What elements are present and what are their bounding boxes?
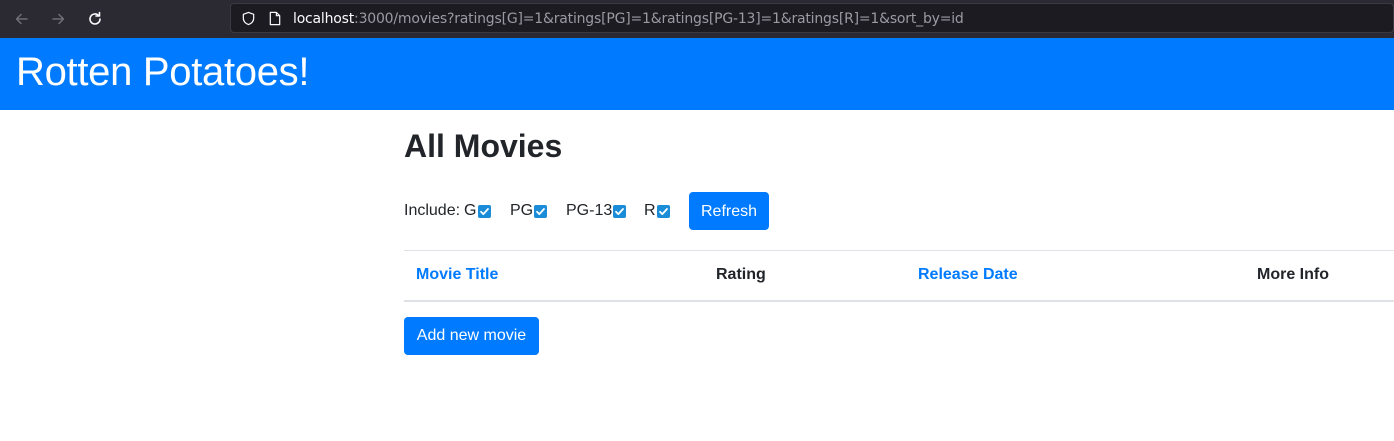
arrow-left-icon	[15, 13, 28, 25]
page-icon[interactable]	[268, 11, 282, 26]
shield-icon[interactable]	[241, 11, 256, 26]
page-title: All Movies	[404, 128, 563, 164]
sort-by-release-date-link[interactable]: Release Date	[918, 266, 1018, 283]
sort-by-title-link[interactable]: Movie Title	[416, 266, 498, 283]
rating-checkbox-pg[interactable]	[534, 204, 548, 218]
rating-checkbox-r[interactable]	[656, 204, 670, 218]
browser-toolbar: localhost:3000/movies?ratings[G]=1&ratin…	[0, 0, 1394, 38]
checkmark-icon	[479, 207, 489, 215]
reload-button[interactable]	[82, 6, 108, 32]
rating-checkbox-pg-13[interactable]	[613, 204, 627, 218]
reload-icon	[89, 11, 101, 25]
rating-label-pg-13: PG-13	[566, 202, 613, 219]
rating-checkbox-g[interactable]	[477, 204, 491, 218]
url-bar[interactable]: localhost:3000/movies?ratings[G]=1&ratin…	[230, 3, 1394, 33]
column-header-rating: Rating	[704, 250, 906, 302]
rating-filter-pg-13[interactable]: PG-13	[566, 201, 627, 221]
back-button[interactable]	[9, 6, 35, 32]
site-header: Rotten Potatoes!	[0, 38, 1394, 110]
url-path: :3000/movies?ratings[G]=1&ratings[PG]=1&…	[354, 11, 964, 27]
rating-filter-g[interactable]: Include: G	[404, 201, 491, 221]
arrow-right-icon	[52, 13, 65, 25]
table-header-row: Movie Title Rating Release Date More Inf…	[404, 250, 1394, 302]
site-title: Rotten Potatoes!	[16, 50, 310, 94]
url-host: localhost	[293, 11, 355, 27]
ratings-filter-form: Include: G PG PG-13 R Refresh	[404, 192, 804, 230]
movies-table: Movie Title Rating Release Date More Inf…	[404, 250, 1394, 302]
include-label: Include:	[404, 202, 461, 219]
rating-filter-r[interactable]: R	[644, 201, 670, 221]
checkmark-icon	[536, 207, 546, 215]
checkmark-icon	[615, 207, 625, 215]
refresh-button[interactable]: Refresh	[689, 192, 769, 230]
rating-label-r: R	[644, 202, 656, 219]
column-header-title: Movie Title	[404, 250, 704, 302]
add-movie-button[interactable]: Add new movie	[404, 317, 539, 355]
rating-label-g: G	[464, 202, 477, 219]
rating-filter-pg[interactable]: PG	[510, 201, 548, 221]
url-text[interactable]: localhost:3000/movies?ratings[G]=1&ratin…	[293, 10, 964, 28]
column-header-more-info: More Info	[1245, 250, 1394, 302]
rating-label-pg: PG	[510, 202, 534, 219]
checkmark-icon	[658, 207, 668, 215]
column-header-release-date: Release Date	[906, 250, 1245, 302]
forward-button[interactable]	[45, 6, 71, 32]
